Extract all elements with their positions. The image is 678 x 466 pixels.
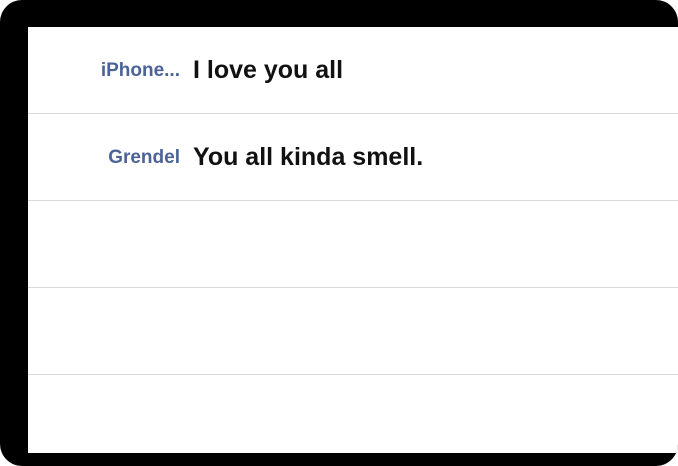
chat-message-row: Grendel You all kinda smell. [28,114,678,201]
chat-message-row: iPhone... I love you all [28,27,678,114]
device-frame: iPhone... I love you all Grendel You all… [0,0,678,466]
empty-chat-row [28,201,678,288]
empty-chat-row [28,375,678,453]
message-sender: iPhone... [100,60,180,81]
message-sender: Grendel [108,147,180,168]
message-text: I love you all [193,56,344,84]
chat-log: iPhone... I love you all Grendel You all… [28,27,678,453]
message-text: You all kinda smell. [193,143,424,171]
empty-chat-row [28,288,678,375]
